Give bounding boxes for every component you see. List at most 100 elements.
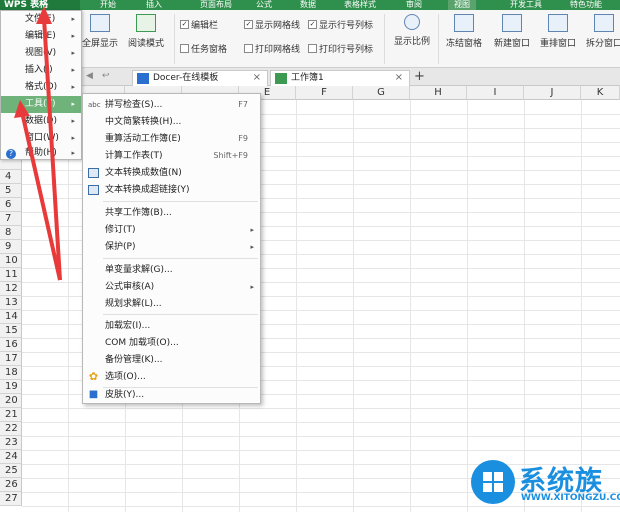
edit-bar-checkbox[interactable]: ✓ 编辑栏 xyxy=(180,18,218,31)
row-header[interactable]: 23 xyxy=(0,436,22,450)
row-header[interactable]: 8 xyxy=(0,226,22,240)
magnifier-icon xyxy=(404,14,420,30)
menu-file[interactable]: 文件(F) ▸ xyxy=(1,11,81,28)
chevron-right-icon: ▸ xyxy=(71,83,75,91)
menu-options[interactable]: ✿ 选项(O)... xyxy=(83,369,260,385)
chevron-right-icon: ▸ xyxy=(71,100,75,108)
menu-edit[interactable]: 编辑(E) ▸ xyxy=(1,28,81,45)
print-grid-checkbox[interactable]: 打印网格线 xyxy=(244,42,300,55)
new-window-button[interactable]: 新建窗口 xyxy=(490,10,534,49)
ribbon-view: 全屏显示 阅读模式 ✓ 编辑栏 任务窗格 ✓ 显示网格线 打印网格线 ✓ 显示行号列标… xyxy=(0,10,620,68)
menu-add-ins[interactable]: 加载宏(I)... xyxy=(83,318,260,334)
docer-icon xyxy=(137,73,149,84)
menu-text-to-hyperlink[interactable]: 文本转换成超链接(Y) xyxy=(83,182,260,198)
column-header-k[interactable]: K xyxy=(581,86,620,100)
tab-formulas[interactable]: 公式 xyxy=(256,0,272,10)
row-header[interactable]: 27 xyxy=(0,492,22,506)
split-window-button[interactable]: 拆分窗口 xyxy=(584,10,620,49)
menu-insert[interactable]: 插入(I) ▸ xyxy=(1,62,81,79)
nav-forward-button[interactable]: ↩ xyxy=(102,71,110,81)
reading-mode-button[interactable]: 阅读模式 xyxy=(122,10,170,49)
row-header[interactable]: 22 xyxy=(0,422,22,436)
zoom-button[interactable]: 显示比例 xyxy=(390,10,434,47)
menu-share-workbook[interactable]: 共享工作簿(B)... xyxy=(83,205,260,221)
tools-submenu: abc 拼写检查(S)... F7 中文简繁转换(H)... 重算活动工作簿(E) F… xyxy=(82,93,261,404)
row-header[interactable]: 4 xyxy=(0,170,22,184)
chevron-right-icon: ▸ xyxy=(250,243,254,251)
menu-chinese-convert[interactable]: 中文简繁转换(H)... xyxy=(83,114,260,130)
row-header[interactable]: 12 xyxy=(0,282,22,296)
chevron-right-icon: ▸ xyxy=(71,149,75,157)
menu-solver[interactable]: 规划求解(L)... xyxy=(83,296,260,312)
row-header[interactable]: 9 xyxy=(0,240,22,254)
tab-table-style[interactable]: 表格样式 xyxy=(344,0,376,10)
menu-com-add-ins[interactable]: COM 加载项(O)... xyxy=(83,335,260,351)
tab-developer[interactable]: 开发工具 xyxy=(510,0,542,10)
tab-insert[interactable]: 插入 xyxy=(146,0,162,10)
tab-features[interactable]: 特色功能 xyxy=(570,0,602,10)
column-header-f[interactable]: F xyxy=(296,86,353,100)
print-headers-checkbox[interactable]: 打印行号列标 xyxy=(308,42,373,55)
fullscreen-button[interactable]: 全屏显示 xyxy=(80,10,120,49)
tab-review[interactable]: 审阅 xyxy=(406,0,422,10)
menu-formula-audit[interactable]: 公式审核(A) ▸ xyxy=(83,279,260,295)
row-header[interactable]: 10 xyxy=(0,254,22,268)
nav-back-button[interactable]: ◀ xyxy=(86,71,93,81)
row-header[interactable]: 11 xyxy=(0,268,22,282)
menu-skin[interactable]: ■ 皮肤(Y)... xyxy=(83,387,260,403)
row-header[interactable]: 7 xyxy=(0,212,22,226)
workbook-tab[interactable]: 工作簿1 × xyxy=(270,70,410,86)
fullscreen-icon xyxy=(90,14,110,32)
row-header[interactable]: 5 xyxy=(0,184,22,198)
row-header[interactable]: 6 xyxy=(0,198,22,212)
freeze-panes-button[interactable]: 冻结窗格 xyxy=(442,10,486,49)
tab-home[interactable]: 开始 xyxy=(100,0,116,10)
chevron-right-icon: ▸ xyxy=(71,117,75,125)
tab-view[interactable]: 视图 xyxy=(448,0,476,10)
row-header[interactable]: 25 xyxy=(0,464,22,478)
task-pane-checkbox[interactable]: 任务窗格 xyxy=(180,42,227,55)
new-tab-button[interactable]: + xyxy=(414,69,425,84)
show-grid-checkbox[interactable]: ✓ 显示网格线 xyxy=(244,18,300,31)
tab-page-layout[interactable]: 页面布局 xyxy=(200,0,232,10)
row-header[interactable]: 14 xyxy=(0,310,22,324)
menu-tools[interactable]: 工具(T) ▸ xyxy=(1,96,81,113)
column-header-i[interactable]: I xyxy=(467,86,524,100)
menu-format[interactable]: 格式(O) ▸ xyxy=(1,79,81,96)
row-header[interactable]: 15 xyxy=(0,324,22,338)
menu-recalc-workbook[interactable]: 重算活动工作簿(E) F9 xyxy=(83,131,260,147)
row-header[interactable]: 17 xyxy=(0,352,22,366)
tab-data[interactable]: 数据 xyxy=(300,0,316,10)
new-window-icon xyxy=(502,14,522,32)
menu-text-to-number[interactable]: 文本转换成数值(N) xyxy=(83,165,260,181)
menu-data[interactable]: 数据(D) ▸ xyxy=(1,113,81,130)
column-header-j[interactable]: J xyxy=(524,86,581,100)
arrange-windows-button[interactable]: 重排窗口 xyxy=(536,10,580,49)
menu-calc-sheet[interactable]: 计算工作表(T) Shift+F9 xyxy=(83,148,260,164)
column-header-h[interactable]: H xyxy=(410,86,467,100)
row-header[interactable]: 19 xyxy=(0,380,22,394)
menu-backup-manager[interactable]: 备份管理(K)... xyxy=(83,352,260,368)
docer-template-tab[interactable]: Docer-在线模板 × xyxy=(132,70,268,86)
row-header[interactable]: 16 xyxy=(0,338,22,352)
show-headers-checkbox[interactable]: ✓ 显示行号列标 xyxy=(308,18,373,31)
row-header[interactable]: 26 xyxy=(0,478,22,492)
menu-help[interactable]: ? 帮助(H) ▸ xyxy=(1,145,81,162)
row-header[interactable]: 13 xyxy=(0,296,22,310)
row-header[interactable]: 18 xyxy=(0,366,22,380)
app-menu-button[interactable]: WPS 表格 xyxy=(0,0,80,10)
menu-revisions[interactable]: 修订(T) ▸ xyxy=(83,222,260,238)
row-header[interactable]: 24 xyxy=(0,450,22,464)
spreadsheet-icon xyxy=(275,73,287,84)
close-tab-button[interactable]: × xyxy=(395,71,403,85)
close-tab-button[interactable]: × xyxy=(253,71,261,85)
spell-check-icon: abc xyxy=(88,101,101,109)
column-header-g[interactable]: G xyxy=(353,86,410,100)
menu-view[interactable]: 视图(V) ▸ xyxy=(1,45,81,62)
row-header[interactable]: 20 xyxy=(0,394,22,408)
menu-protect[interactable]: 保护(P) ▸ xyxy=(83,239,260,255)
shirt-icon: ■ xyxy=(88,389,99,400)
menu-spell-check[interactable]: abc 拼写检查(S)... F7 xyxy=(83,97,260,113)
menu-goal-seek[interactable]: 单变量求解(G)... xyxy=(83,262,260,278)
row-header[interactable]: 21 xyxy=(0,408,22,422)
